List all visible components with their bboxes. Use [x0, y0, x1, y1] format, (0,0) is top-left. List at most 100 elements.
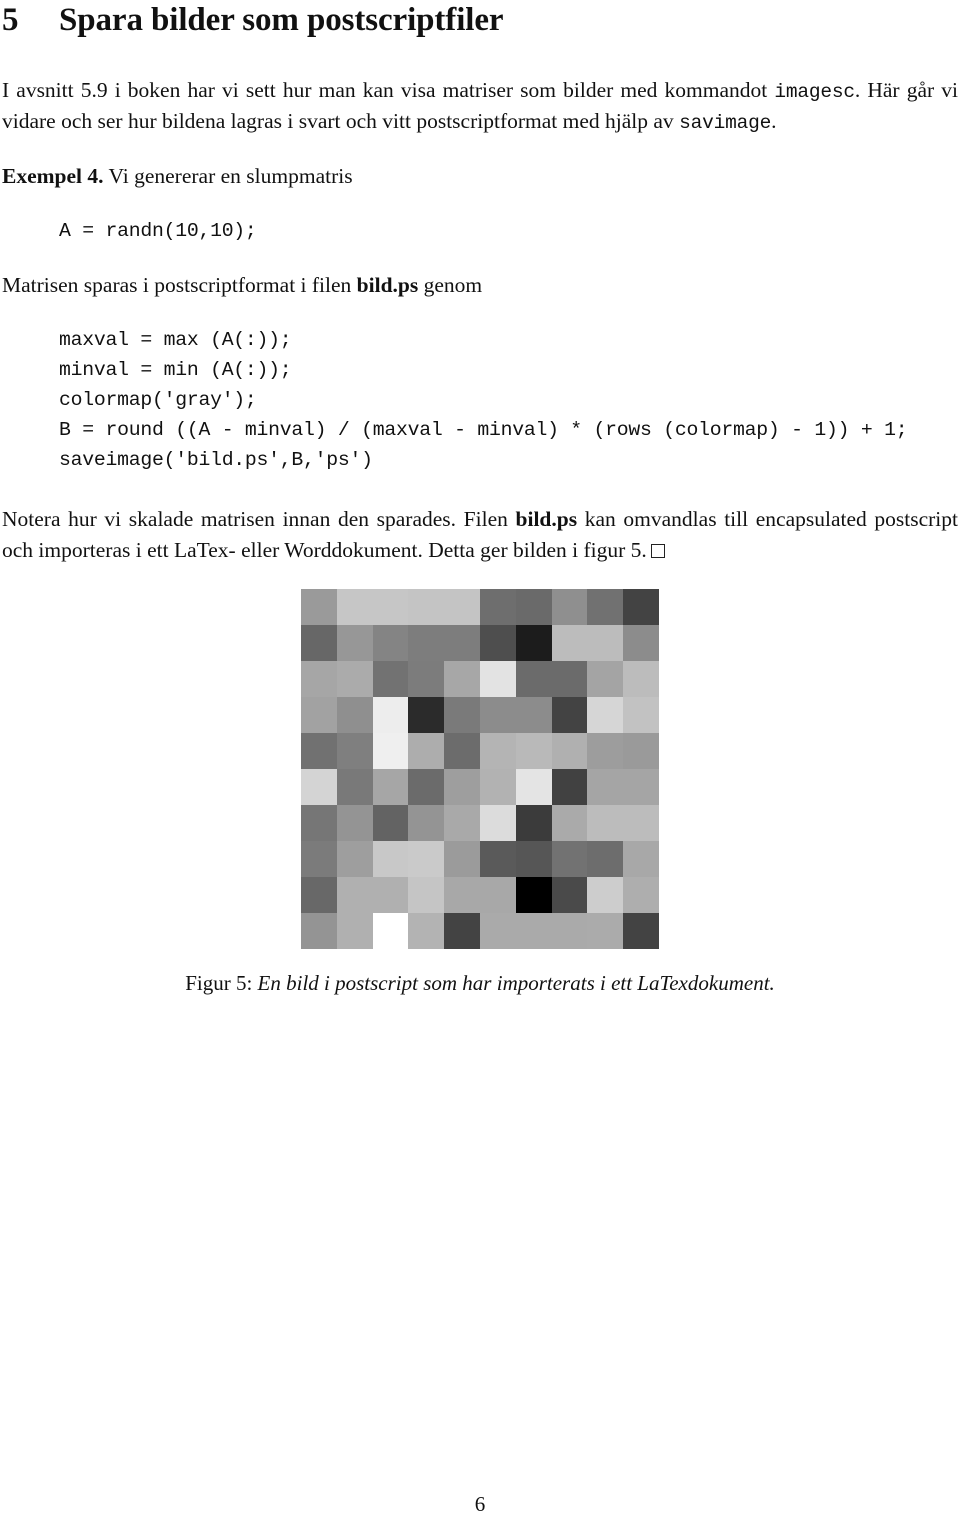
matrix-cell — [444, 661, 480, 698]
example-label: Exempel 4. — [2, 164, 104, 189]
matrix-cell — [336, 913, 373, 950]
matrix-cell — [372, 913, 409, 950]
matrix-cell — [515, 913, 552, 950]
matrix-cell — [336, 589, 373, 626]
matrix-cell — [623, 661, 659, 698]
matrix-cell — [372, 697, 409, 734]
matrix-cell — [515, 805, 552, 842]
matrix-cell — [515, 769, 552, 806]
matrix-cell — [551, 877, 588, 914]
matrix-cell — [623, 877, 659, 914]
matrix-cell — [480, 805, 516, 842]
matrix-cell — [623, 913, 659, 950]
section-heading: 5 Spara bilder som postscriptfiler — [2, 0, 958, 40]
matrix-cell — [336, 877, 373, 914]
matrix-cell — [480, 733, 516, 770]
matrix-cell — [444, 625, 480, 662]
matrix-cell — [301, 841, 337, 878]
matrix-cell — [515, 697, 552, 734]
matrix-cell — [587, 769, 624, 806]
code-block-randn: A = randn(10,10); — [59, 220, 257, 243]
intro-text-part1: I avsnitt 5.9 i boken har vi sett hur ma… — [2, 77, 775, 102]
matrix-cell — [301, 733, 337, 770]
matrix-cell — [551, 913, 588, 950]
matrix-cell — [587, 877, 624, 914]
matrix-cell — [551, 589, 588, 626]
matrix-image — [301, 589, 659, 950]
closing-part1: Notera hur vi skalade matrisen innan den… — [2, 507, 516, 532]
document-page: 5 Spara bilder som postscriptfiler I avs… — [0, 0, 960, 1529]
matrix-cell — [372, 625, 409, 662]
filename-bildps: bild.ps — [356, 273, 419, 298]
matrix-cell — [623, 697, 659, 734]
matrix-cell — [408, 733, 445, 770]
matrix-cell — [623, 625, 659, 662]
matrix-cell — [515, 589, 552, 626]
matrix-cell — [408, 661, 445, 698]
matrix-cell — [623, 805, 659, 842]
matrix-cell — [551, 841, 588, 878]
code-block-saveimage: maxval = max (A(:)); minval = min (A(:))… — [59, 329, 908, 472]
figure-caption: Figur 5: En bild i postscript som har im… — [2, 970, 958, 997]
matrix-cell — [480, 625, 516, 662]
saved-intro-part2: genom — [418, 273, 483, 298]
matrix-cell — [444, 805, 480, 842]
matrix-cell — [480, 661, 516, 698]
matrix-cell — [515, 625, 552, 662]
intro-paragraph: I avsnitt 5.9 i boken har vi sett hur ma… — [2, 75, 958, 137]
matrix-cell — [587, 625, 624, 662]
matrix-cell — [301, 625, 337, 662]
matrix-cell — [444, 589, 480, 626]
matrix-cell — [301, 805, 337, 842]
matrix-cell — [587, 733, 624, 770]
matrix-cell — [444, 877, 480, 914]
matrix-cell — [336, 841, 373, 878]
matrix-cell — [551, 661, 588, 698]
matrix-cell — [480, 589, 516, 626]
matrix-cell — [444, 841, 480, 878]
section-title: Spara bilder som postscriptfiler — [59, 2, 504, 38]
matrix-cell — [623, 841, 659, 878]
intro-text-part3: . — [771, 109, 777, 134]
matrix-cell — [551, 697, 588, 734]
matrix-cell — [444, 733, 480, 770]
qed-box-icon — [650, 544, 665, 559]
section-number: 5 — [2, 2, 19, 38]
matrix-cell — [301, 913, 337, 950]
matrix-cell — [336, 661, 373, 698]
matrix-cell — [444, 913, 480, 950]
matrix-cell — [408, 769, 445, 806]
matrix-cell — [480, 841, 516, 878]
matrix-cell — [336, 625, 373, 662]
inline-code-savimage: savimage — [679, 112, 772, 135]
matrix-cell — [515, 841, 552, 878]
matrix-cell — [480, 697, 516, 734]
matrix-cell — [623, 733, 659, 770]
matrix-cell — [301, 697, 337, 734]
matrix-cell — [372, 769, 409, 806]
matrix-cell — [301, 877, 337, 914]
matrix-cell — [587, 805, 624, 842]
saved-intro-paragraph: Matrisen sparas i postscriptformat i fil… — [2, 270, 958, 301]
matrix-cell — [444, 697, 480, 734]
matrix-cell — [587, 589, 624, 626]
matrix-cell — [408, 877, 445, 914]
matrix-cell — [551, 733, 588, 770]
matrix-cell — [336, 769, 373, 806]
matrix-cell — [408, 841, 445, 878]
saved-intro-part1: Matrisen sparas i postscriptformat i fil… — [2, 273, 357, 298]
matrix-cell — [551, 805, 588, 842]
matrix-cell — [551, 625, 588, 662]
closing-paragraph: Notera hur vi skalade matrisen innan den… — [2, 504, 958, 566]
matrix-cell — [587, 841, 624, 878]
matrix-cell — [587, 913, 624, 950]
matrix-cell — [408, 625, 445, 662]
matrix-cell — [623, 589, 659, 626]
matrix-cell — [372, 805, 409, 842]
matrix-cell — [515, 877, 552, 914]
